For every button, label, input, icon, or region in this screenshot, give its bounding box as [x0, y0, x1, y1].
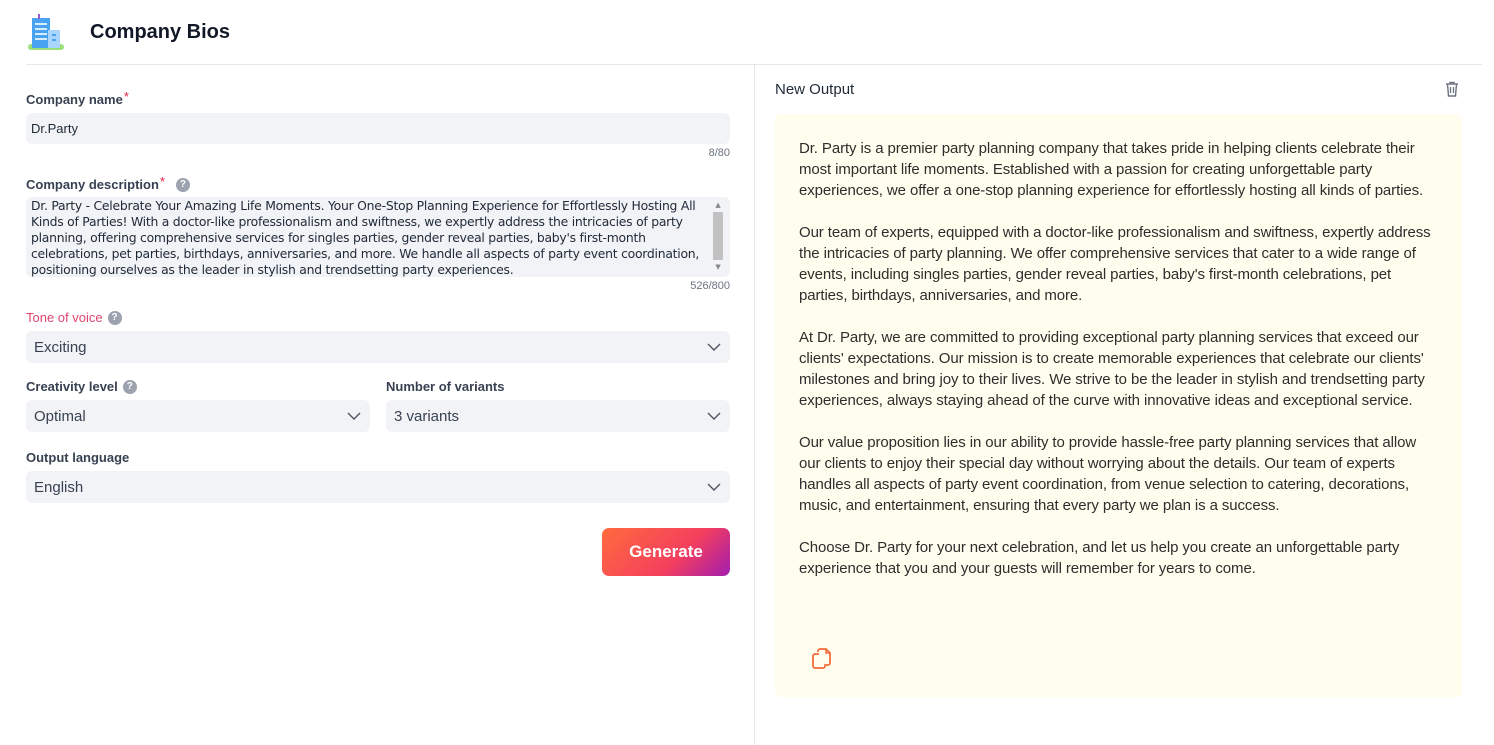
app-header: Company Bios	[26, 0, 1482, 65]
output-language-select[interactable]: English	[26, 471, 730, 503]
company-name-counter: 8/80	[708, 147, 730, 159]
creativity-level-label: Creativity level ?	[26, 379, 370, 394]
company-description-label-text: Company description	[26, 177, 159, 192]
chevron-down-icon	[707, 412, 721, 420]
company-description-label: Company description * ?	[26, 174, 730, 192]
required-mark: *	[123, 89, 129, 104]
output-paragraph: Our value proposition lies in our abilit…	[799, 434, 1417, 514]
output-language-value: English	[34, 478, 84, 496]
creativity-level-value: Optimal	[34, 407, 86, 425]
building-icon	[26, 12, 66, 52]
tone-of-voice-label: Tone of voice ?	[26, 310, 730, 325]
generate-button[interactable]: Generate	[602, 528, 730, 576]
chevron-down-icon	[707, 483, 721, 491]
company-description-value: Dr. Party - Celebrate Your Amazing Life …	[31, 198, 700, 277]
scroll-down-arrow-icon[interactable]: ▼	[712, 261, 724, 273]
output-paragraph: Our team of experts, equipped with a doc…	[799, 224, 1431, 304]
copy-icon[interactable]	[811, 647, 833, 671]
trash-icon[interactable]	[1443, 80, 1461, 98]
company-name-label-text: Company name	[26, 92, 123, 107]
panel-divider	[754, 65, 755, 745]
output-card: Dr. Party is a premier party planning co…	[775, 114, 1462, 697]
output-paragraph: At Dr. Party, we are committed to provid…	[799, 329, 1425, 409]
tone-of-voice-label-text: Tone of voice	[26, 310, 103, 325]
output-text: Dr. Party is a premier party planning co…	[799, 138, 1438, 579]
number-of-variants-select[interactable]: 3 variants	[386, 400, 730, 432]
company-description-textarea[interactable]: Dr. Party - Celebrate Your Amazing Life …	[26, 197, 730, 277]
required-mark: *	[159, 174, 165, 189]
output-paragraph: Dr. Party is a premier party planning co…	[799, 140, 1424, 199]
textarea-scrollbar[interactable]: ▲ ▼	[712, 199, 724, 275]
creativity-level-label-text: Creativity level	[26, 379, 118, 394]
help-icon[interactable]: ?	[122, 379, 137, 394]
page-title: Company Bios	[90, 20, 231, 43]
number-of-variants-label-text: Number of variants	[386, 379, 505, 394]
scroll-thumb[interactable]	[713, 212, 723, 260]
chevron-down-icon	[347, 412, 361, 420]
help-icon[interactable]: ?	[175, 177, 190, 192]
output-language-label: Output language	[26, 450, 730, 465]
company-description-counter: 526/800	[690, 280, 730, 292]
tone-of-voice-select[interactable]: Exciting	[26, 331, 730, 363]
output-paragraph: Choose Dr. Party for your next celebrati…	[799, 539, 1400, 577]
number-of-variants-label: Number of variants	[386, 379, 730, 394]
company-name-value: Dr.Party	[31, 121, 78, 136]
company-name-label: Company name *	[26, 89, 730, 107]
output-language-label-text: Output language	[26, 450, 130, 465]
chevron-down-icon	[707, 343, 721, 351]
number-of-variants-value: 3 variants	[394, 407, 460, 425]
help-icon[interactable]: ?	[107, 310, 122, 325]
tone-of-voice-value: Exciting	[34, 338, 87, 356]
scroll-up-arrow-icon[interactable]: ▲	[712, 199, 724, 211]
creativity-level-select[interactable]: Optimal	[26, 400, 370, 432]
output-title: New Output	[775, 81, 855, 98]
company-name-input[interactable]: Dr.Party	[26, 113, 730, 144]
input-form: Company name * Dr.Party 8/80 Company des…	[26, 65, 730, 576]
